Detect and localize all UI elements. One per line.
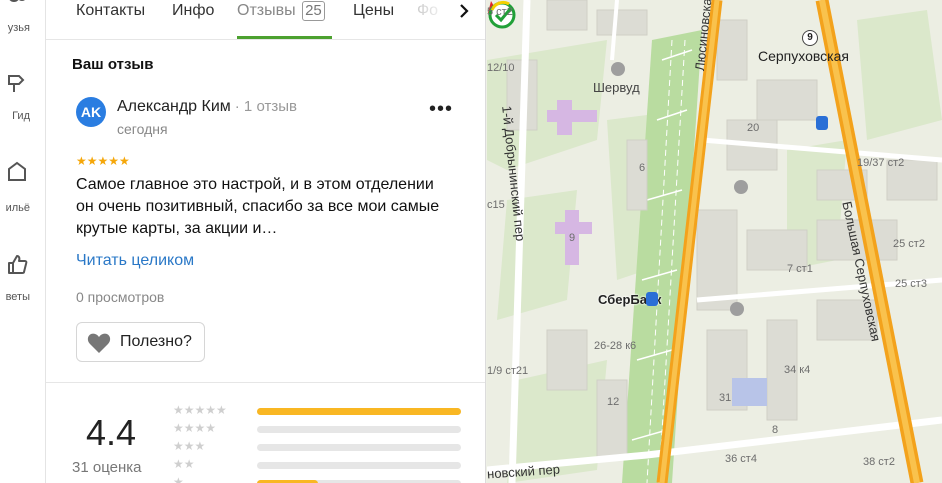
dist-stars: ★ (173, 475, 184, 483)
rating-dist-row: ★★★ (173, 439, 473, 453)
dist-stars: ★★★ (173, 439, 206, 453)
house-number: 20 (747, 122, 760, 134)
rail-item-label: ильё (5, 202, 30, 214)
review-date: сегодня (117, 121, 168, 137)
rating-dist-row: ★★★★★ (173, 403, 473, 417)
tab-info[interactable]: Инфо (172, 0, 214, 24)
rating-dist-row: ★ (173, 475, 473, 483)
more-options-button[interactable]: ••• (426, 99, 456, 124)
dist-stars: ★★★★★ (173, 403, 227, 417)
housing-icon (8, 161, 26, 181)
dist-track (257, 444, 461, 451)
rating-count: 31 оценка (72, 459, 142, 476)
tab-prices[interactable]: Цены (353, 0, 394, 24)
reviews-count-badge: 25 (302, 1, 325, 21)
house-number: 6 (639, 162, 646, 174)
house-number: 36 ст4 (725, 453, 757, 465)
author-review-count: · 1 отзыв (234, 98, 297, 115)
house-number: 25 ст2 (893, 238, 925, 250)
bus-stop-icon[interactable] (816, 116, 828, 130)
thumbs-up-icon (8, 255, 28, 274)
house-number: 7 ст1 (787, 263, 813, 275)
useful-button[interactable]: Полезно? (76, 322, 205, 362)
rail-item-housing[interactable]: ильё (0, 160, 45, 214)
your-review-title: Ваш отзыв (72, 56, 154, 73)
house-number: 25 ст3 (895, 278, 927, 290)
guide-icon (8, 75, 25, 92)
heart-icon (87, 333, 111, 353)
house-number: 38 ст2 (863, 456, 895, 468)
rail-item-label: веты (5, 291, 30, 303)
shop-icon[interactable] (611, 62, 625, 76)
author-name: Александр Ким (117, 98, 231, 115)
rail-item-guide[interactable]: Гид (0, 72, 45, 122)
metro-line-badge: 9 (802, 30, 818, 46)
dist-stars: ★★ (173, 457, 195, 471)
chevron-right-icon[interactable] (451, 0, 477, 24)
house-number: 9 (569, 232, 576, 244)
tab-reviews-label: Отзывы (237, 2, 296, 19)
house-number: 19/37 ст2 (857, 157, 905, 169)
house-number: 12/10 (487, 62, 515, 74)
poi-icon[interactable] (730, 302, 744, 316)
map-canvas[interactable] (487, 0, 942, 483)
tab-contacts[interactable]: Контакты (76, 0, 145, 24)
tab-bar: Контакты Инфо Отзывы 25 Цены Фо (46, 0, 485, 40)
org-panel: Контакты Инфо Отзывы 25 Цены Фо Ваш отзы… (46, 0, 486, 483)
rail-item-label: Гид (12, 110, 30, 122)
dist-track (257, 426, 461, 433)
rail-item-label: узья (7, 22, 30, 34)
house-number: 8 (772, 424, 779, 436)
tab-reviews[interactable]: Отзывы 25 (237, 0, 325, 24)
avatar[interactable]: AK (76, 97, 106, 127)
house-number: 34 к4 (784, 364, 811, 376)
rating-value: 4.4 (86, 412, 137, 453)
dist-stars: ★★★★ (173, 421, 217, 435)
house-number: 5 ст2 (487, 6, 513, 18)
bus-stop-icon[interactable] (646, 292, 658, 306)
house-number: 12 (607, 396, 620, 408)
useful-label: Полезно? (120, 333, 192, 350)
church-icon[interactable] (734, 180, 748, 194)
active-tab-indicator (237, 36, 332, 39)
map-view[interactable]: 9 Серпуховская СберБанк Шервуд Люсиновск… (487, 0, 942, 483)
poi-sherwood-label[interactable]: Шервуд (593, 80, 640, 95)
left-rail: узья Гид ильё веты (0, 0, 46, 483)
dist-track (257, 462, 461, 469)
rating-dist-row: ★★ (173, 457, 473, 471)
rating-dist-row: ★★★★ (173, 421, 473, 435)
friends-icon (9, 0, 25, 2)
views-count: 0 просмотров (76, 289, 165, 305)
tab-fade (406, 0, 451, 24)
house-number: 31 (719, 392, 732, 404)
dist-fill (257, 408, 461, 415)
read-more-link[interactable]: Читать целиком (76, 252, 194, 270)
metro-station-label[interactable]: Серпуховская (758, 48, 849, 64)
house-number: 26-28 к6 (594, 340, 637, 352)
review-stars: ★★★★★ (76, 154, 130, 168)
house-number: с15 (487, 199, 505, 211)
review-text: Самое главное это настрой, и в этом отде… (76, 176, 440, 237)
house-number: 1/9 ст21 (487, 365, 529, 377)
dist-track (257, 408, 461, 415)
review-author[interactable]: Александр Ким · 1 отзыв (117, 98, 297, 116)
divider (46, 382, 485, 383)
rail-item-advice[interactable]: веты (0, 253, 45, 303)
rail-item-friends[interactable]: узья (0, 0, 45, 40)
